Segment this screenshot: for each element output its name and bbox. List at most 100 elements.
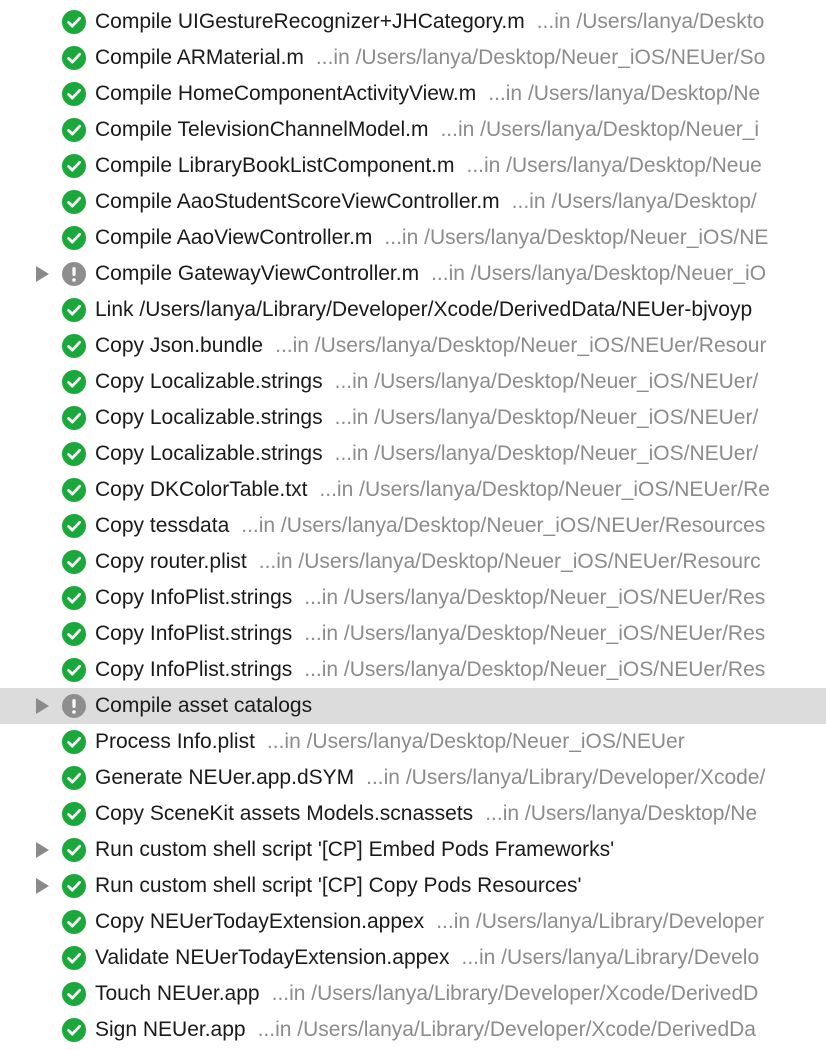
- log-row[interactable]: Copy router.plist ...in /Users/lanya/Desk…: [0, 544, 826, 580]
- disclosure-triangle-icon[interactable]: [36, 266, 49, 282]
- log-row-location: ...in /Users/lanya/Desktop/Neuer_iOS/NEU…: [266, 730, 685, 753]
- log-row[interactable]: Copy InfoPlist.strings ...in /Users/lanya…: [0, 616, 826, 652]
- log-row[interactable]: Link /Users/lanya/Library/Developer/Xcod…: [0, 292, 826, 328]
- log-row-location: ...in /Users/lanya/Library/Developer/Xco…: [271, 982, 759, 1005]
- log-row-text: Copy SceneKit assets Models.scnassets...…: [95, 796, 757, 832]
- log-row[interactable]: Validate NEUerTodayExtension.appex ...in …: [0, 940, 826, 976]
- success-icon: [62, 802, 86, 826]
- log-row-location: ...in /Users/lanya/Desktop/Ne: [488, 82, 761, 105]
- log-row[interactable]: Copy NEUerTodayExtension.appex ...in /Use…: [0, 904, 826, 940]
- warning-icon: [62, 694, 86, 718]
- log-row[interactable]: Copy Localizable.strings ...in /Users/lan…: [0, 400, 826, 436]
- log-row-location: ...in /Users/lanya/Desktop/Neuer_iOS/NEU…: [315, 46, 766, 69]
- success-icon: [62, 586, 86, 610]
- log-row-text: Run custom shell script '[CP] Copy Pods …: [95, 868, 582, 904]
- log-row[interactable]: Compile asset catalogs: [0, 688, 826, 724]
- disclosure-triangle-icon[interactable]: [36, 842, 49, 858]
- success-icon: [62, 118, 86, 142]
- log-row[interactable]: Compile LibraryBookListComponent.m ...in …: [0, 148, 826, 184]
- log-row-text: Compile HomeComponentActivityView.m ...in…: [95, 76, 760, 112]
- log-row-title: Compile AaoStudentScoreViewController.m: [95, 190, 500, 213]
- success-icon: [62, 406, 86, 430]
- log-row[interactable]: Copy Json.bundle ...in /Users/lanya/Deskt…: [0, 328, 826, 364]
- log-row-title: Compile ARMaterial.m: [95, 46, 304, 69]
- log-row[interactable]: Sign NEUer.app ...in /Users/lanya/Library…: [0, 1012, 826, 1048]
- log-row[interactable]: Copy Localizable.strings ...in /Users/lan…: [0, 364, 826, 400]
- log-row[interactable]: Generate NEUer.app.dSYM ...in /Users/lany…: [0, 760, 826, 796]
- disclosure-triangle-icon[interactable]: [36, 698, 49, 714]
- log-row-text: Copy Localizable.strings ...in /Users/lan…: [95, 364, 758, 400]
- success-icon: [62, 874, 86, 898]
- success-icon: [62, 10, 86, 34]
- log-row-title: Copy Localizable.strings: [95, 406, 323, 429]
- log-row-text: Compile AaoViewController.m ...in /Users/…: [95, 220, 768, 256]
- log-row-text: Copy DKColorTable.txt ...in /Users/lanya/…: [95, 472, 770, 508]
- success-icon: [62, 766, 86, 790]
- success-icon: [62, 154, 86, 178]
- disclosure-triangle-icon[interactable]: [36, 878, 49, 894]
- log-row-title: Run custom shell script '[CP] Embed Pods…: [95, 838, 615, 861]
- log-row-text: Compile GatewayViewController.m ...in /Us…: [95, 256, 766, 292]
- log-row-text: Copy Localizable.strings ...in /Users/lan…: [95, 400, 758, 436]
- log-row-location: ...in /Users/lanya/Desktop/Neuer_iOS/NEU…: [304, 586, 766, 609]
- success-icon: [62, 550, 86, 574]
- log-row[interactable]: Process Info.plist ...in /Users/lanya/Des…: [0, 724, 826, 760]
- log-row-title: Copy Localizable.strings: [95, 370, 323, 393]
- log-row-location: ...in /Users/lanya/Desktop/Neuer_iOS/NE: [384, 226, 769, 249]
- log-row-title: Run custom shell script '[CP] Copy Pods …: [95, 874, 582, 897]
- log-row-text: Copy InfoPlist.strings ...in /Users/lanya…: [95, 580, 765, 616]
- log-row-location: ...in /Users/lanya/Library/Developer/Xco…: [257, 1018, 756, 1041]
- log-row[interactable]: Compile TelevisionChannelModel.m ...in /U…: [0, 112, 826, 148]
- success-icon: [62, 46, 86, 70]
- log-row[interactable]: Copy SceneKit assets Models.scnassets...…: [0, 796, 826, 832]
- log-row-title: Copy DKColorTable.txt: [95, 478, 308, 501]
- success-icon: [62, 334, 86, 358]
- log-row-text: Link /Users/lanya/Library/Developer/Xcod…: [95, 292, 752, 328]
- log-row[interactable]: Copy tessdata ...in /Users/lanya/Desktop/…: [0, 508, 826, 544]
- log-row-location: ...in /Users/lanya/Desktop/Ne: [485, 802, 758, 825]
- log-row-location: ...in /Users/lanya/Desktop/Neue: [466, 154, 762, 177]
- log-row-title: Compile asset catalogs: [95, 694, 313, 717]
- log-row[interactable]: Compile HomeComponentActivityView.m ...in…: [0, 76, 826, 112]
- log-row-title: Process Info.plist: [95, 730, 255, 753]
- log-row[interactable]: Copy InfoPlist.strings ...in /Users/lanya…: [0, 580, 826, 616]
- success-icon: [62, 910, 86, 934]
- log-row[interactable]: Run custom shell script '[CP] Embed Pods…: [0, 832, 826, 868]
- log-row-text: Copy router.plist ...in /Users/lanya/Desk…: [95, 544, 761, 580]
- log-row-location: ...in /Users/lanya/Desktop/Neuer_iO: [431, 262, 767, 285]
- success-icon: [62, 730, 86, 754]
- log-row[interactable]: Compile AaoStudentScoreViewController.m.…: [0, 184, 826, 220]
- log-row-text: Generate NEUer.app.dSYM ...in /Users/lany…: [95, 760, 765, 796]
- log-row[interactable]: Compile AaoViewController.m ...in /Users/…: [0, 220, 826, 256]
- log-row-title: Sign NEUer.app: [95, 1018, 246, 1041]
- log-row-text: Copy tessdata ...in /Users/lanya/Desktop/…: [95, 508, 765, 544]
- warning-icon: [62, 262, 86, 286]
- log-row-title: Compile TelevisionChannelModel.m: [95, 118, 429, 141]
- log-row-title: Copy router.plist: [95, 550, 247, 573]
- log-row-title: Compile GatewayViewController.m: [95, 262, 420, 285]
- log-row[interactable]: Copy DKColorTable.txt ...in /Users/lanya/…: [0, 472, 826, 508]
- success-icon: [62, 442, 86, 466]
- log-row-title: Copy SceneKit assets Models.scnassets: [95, 802, 474, 825]
- success-icon: [62, 946, 86, 970]
- log-row-location: ...in /Users/lanya/Desktop/Neuer_iOS/NEU…: [319, 478, 770, 501]
- log-row[interactable]: Compile UIGestureRecognizer+JHCategory.m…: [0, 4, 826, 40]
- log-row-text: Copy Localizable.strings ...in /Users/lan…: [95, 436, 758, 472]
- log-row[interactable]: Copy Localizable.strings ...in /Users/lan…: [0, 436, 826, 472]
- success-icon: [62, 514, 86, 538]
- log-row-title: Link /Users/lanya/Library/Developer/Xcod…: [95, 298, 753, 321]
- log-row-title: Validate NEUerTodayExtension.appex: [95, 946, 450, 969]
- log-row-text: Sign NEUer.app ...in /Users/lanya/Library…: [95, 1012, 756, 1048]
- log-row-title: Copy InfoPlist.strings: [95, 658, 293, 681]
- log-row-title: Copy NEUerTodayExtension.appex: [95, 910, 425, 933]
- log-row-location: ...in /Users/lanya/Desktop/Neuer_iOS/NEU…: [304, 658, 766, 681]
- log-row[interactable]: Touch NEUer.app ...in /Users/lanya/Librar…: [0, 976, 826, 1012]
- log-row-location: ...in /Users/lanya/Desktop/Neuer_iOS/NEU…: [304, 622, 766, 645]
- log-row-location: ...in /Users/lanya/Library/Developer: [436, 910, 765, 933]
- log-row[interactable]: Run custom shell script '[CP] Copy Pods …: [0, 868, 826, 904]
- log-row-location: ...in /Users/lanya/Desktop/Neuer_iOS/NEU…: [334, 442, 759, 465]
- log-row[interactable]: Compile ARMaterial.m ...in /Users/lanya/D…: [0, 40, 826, 76]
- log-row[interactable]: Copy InfoPlist.strings ...in /Users/lanya…: [0, 652, 826, 688]
- log-row[interactable]: Compile GatewayViewController.m ...in /Us…: [0, 256, 826, 292]
- log-row-text: Touch NEUer.app ...in /Users/lanya/Librar…: [95, 976, 758, 1012]
